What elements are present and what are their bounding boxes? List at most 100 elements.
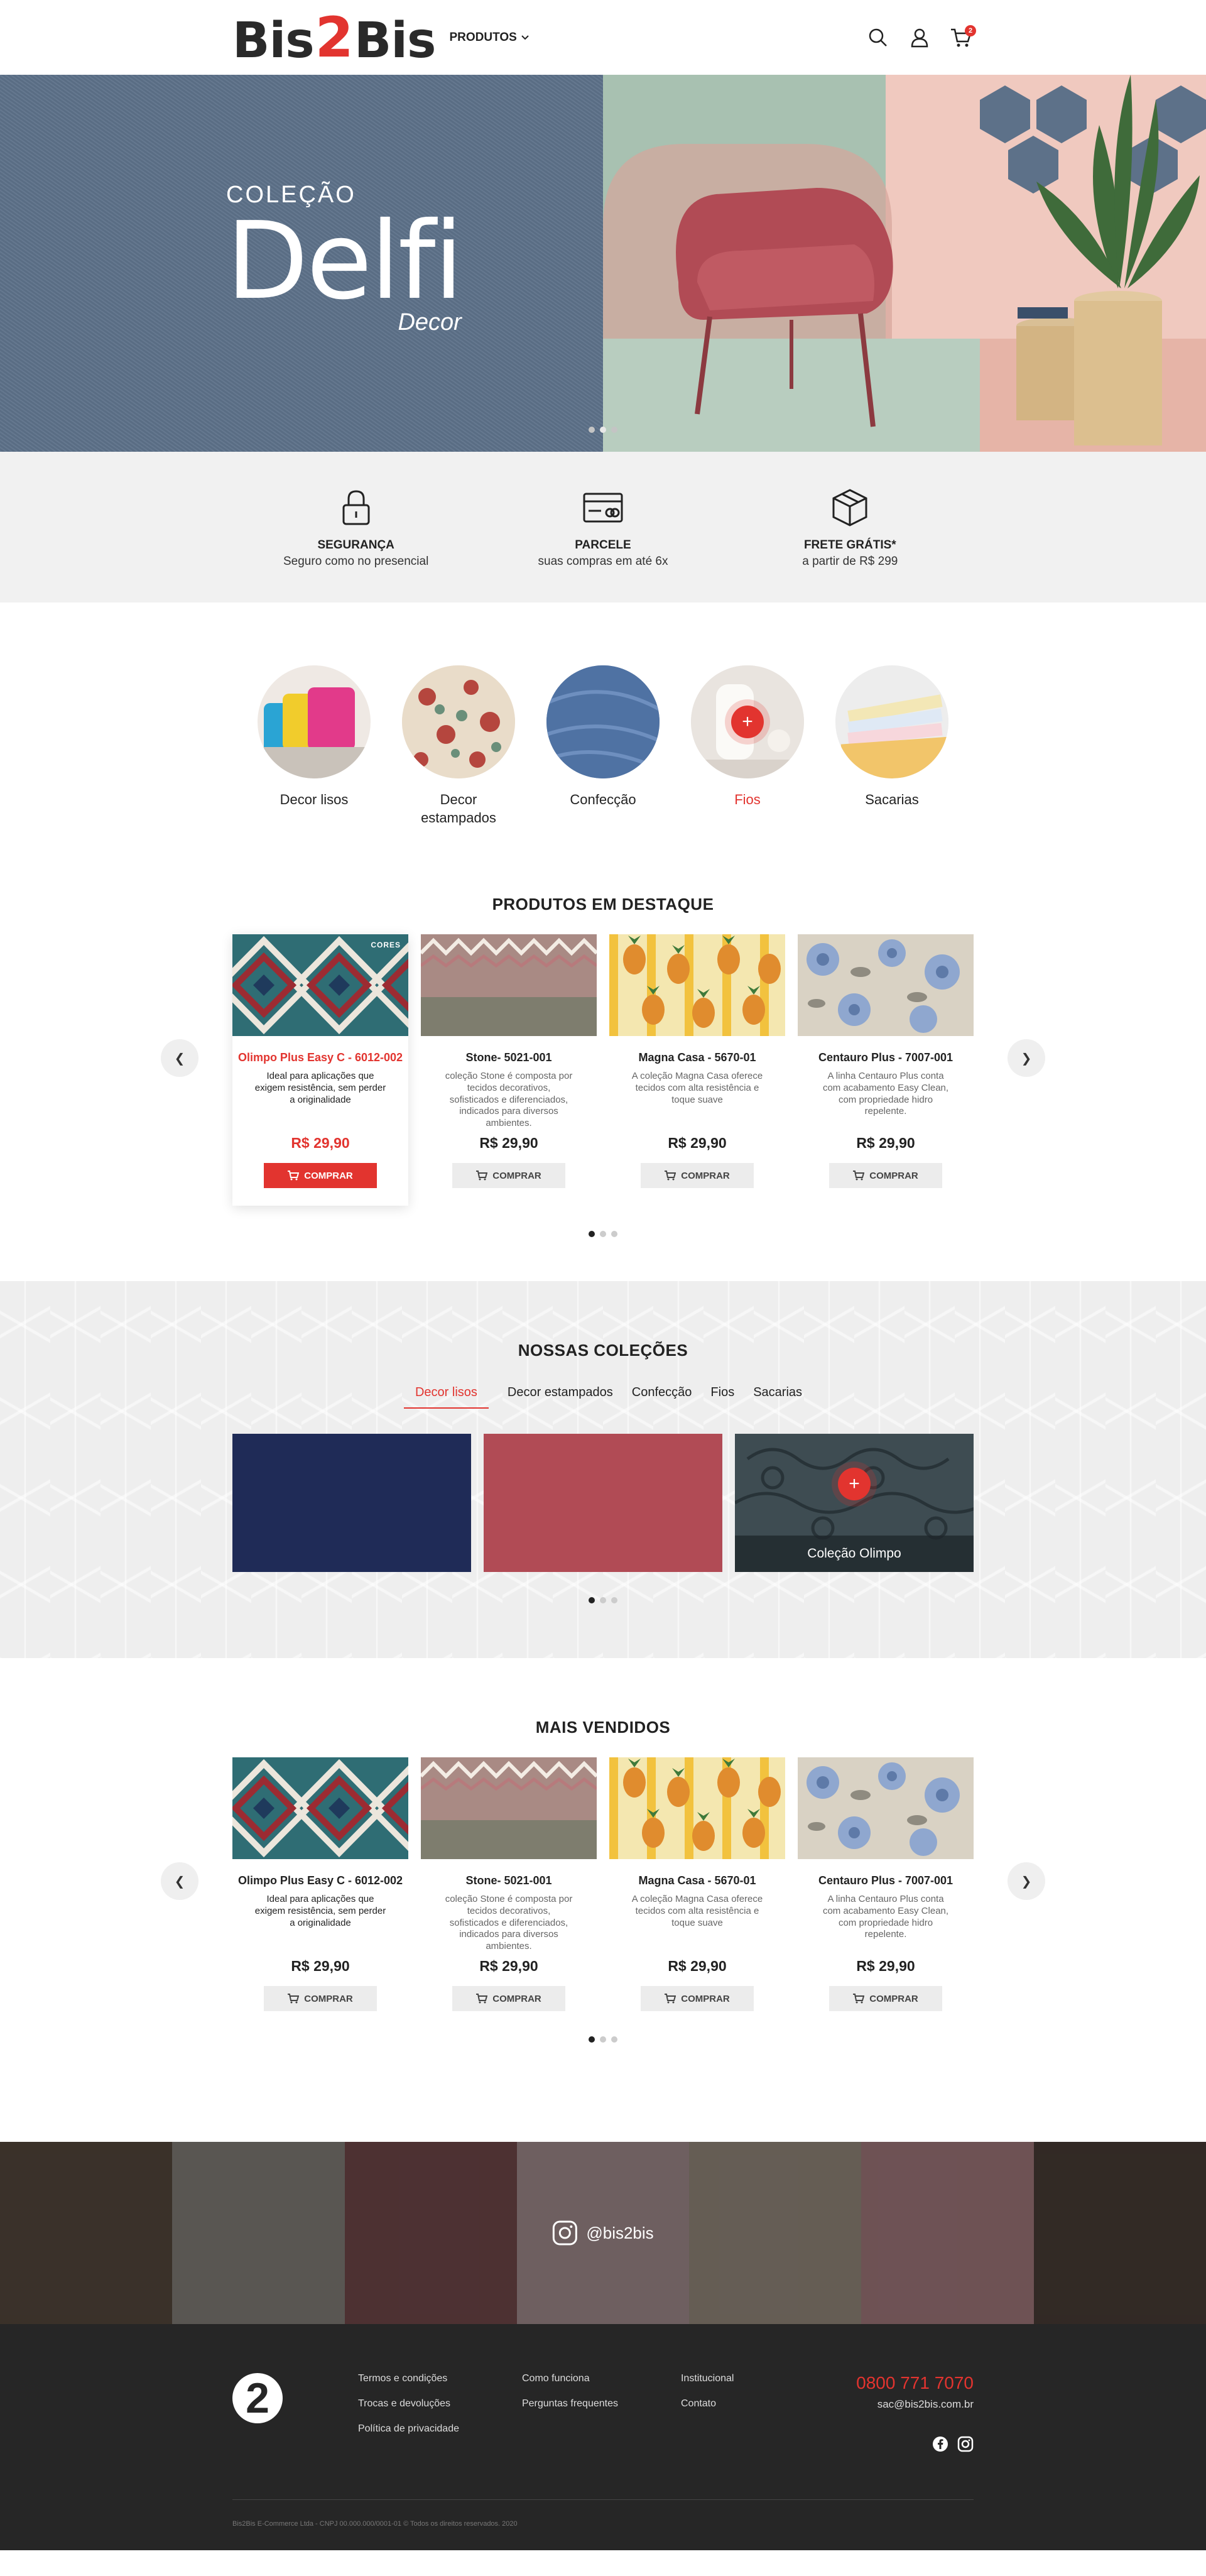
product-card[interactable]: Centauro Plus - 7007-001 A linha Centaur… (798, 1757, 974, 2011)
hero-title: Delfi (226, 199, 464, 324)
instagram-photo[interactable] (1033, 2142, 1206, 2324)
buy-button[interactable]: COMPRAR (641, 1986, 754, 2011)
product-name[interactable]: Stone- 5021-001 (421, 1874, 597, 1887)
product-card[interactable]: Magna Casa - 5670-01 A coleção Magna Cas… (609, 1757, 785, 2011)
feature-title: FRETE GRÁTIS* (803, 538, 896, 552)
product-name[interactable]: Olimpo Plus Easy C - 6012-002 (232, 1874, 408, 1887)
category-label: Fios (734, 792, 761, 807)
footer-link-privacy[interactable]: Política de privacidade (358, 2423, 459, 2435)
footer-logo[interactable]: 2 (232, 2373, 283, 2423)
footer-link-how-it-works[interactable]: Como funciona (522, 2373, 618, 2384)
footer-phone[interactable]: 0800 771 7070 (856, 2373, 974, 2393)
logo-two: 2 (315, 4, 354, 70)
chevron-down-icon (521, 35, 529, 40)
buy-button[interactable]: COMPRAR (452, 1986, 565, 2011)
search-icon[interactable] (866, 25, 891, 50)
footer-link-faq[interactable]: Perguntas frequentes (522, 2398, 618, 2410)
category-fios[interactable]: + Fios (691, 665, 804, 827)
buy-button[interactable]: COMPRAR (264, 1986, 377, 2011)
instagram-handle[interactable]: @bis2bis (552, 2220, 654, 2246)
instagram-feed[interactable]: @bis2bis (0, 2142, 1206, 2324)
instagram-photo[interactable] (689, 2142, 862, 2324)
category-decor-lisos[interactable]: Decor lisos (258, 665, 371, 827)
buy-button[interactable]: COMPRAR (641, 1163, 754, 1188)
collection-card[interactable] (232, 1434, 471, 1572)
product-price: R$ 29,90 (856, 1958, 915, 1974)
product-name[interactable]: Magna Casa - 5670-01 (609, 1051, 785, 1064)
tab-sacarias[interactable]: Sacarias (753, 1385, 802, 1409)
logo[interactable]: Bis 2 Bis (232, 4, 436, 70)
tab-decor-estampados[interactable]: Decor estampados (508, 1385, 613, 1409)
site-header: Bis 2 Bis PRODUTOS 2 (0, 0, 1206, 75)
instagram-icon[interactable] (957, 2436, 974, 2452)
hero-carousel-dots[interactable] (589, 427, 617, 433)
footer-link-returns[interactable]: Trocas e devoluções (358, 2398, 459, 2410)
footer-link-contact[interactable]: Contato (681, 2398, 734, 2410)
product-description: coleção Stone é composta por tecidos dec… (445, 1894, 573, 1951)
product-card[interactable]: Stone- 5021-001 coleção Stone é composta… (421, 1757, 597, 2011)
product-description: A linha Centauro Plus conta com acabamen… (822, 1894, 949, 1940)
user-icon[interactable] (907, 25, 932, 50)
footer-email[interactable]: sac@bis2bis.com.br (856, 2398, 974, 2411)
product-image (609, 934, 785, 1036)
hero-dot-active[interactable] (600, 427, 606, 433)
instagram-photo[interactable] (344, 2142, 517, 2324)
product-card[interactable]: Olimpo Plus Easy C - 6012-002 Ideal para… (232, 1757, 408, 2011)
buy-button[interactable]: COMPRAR (264, 1163, 377, 1188)
product-description: A coleção Magna Casa oferece tecidos com… (631, 1894, 763, 1928)
category-image (402, 665, 515, 778)
instagram-photo[interactable] (861, 2142, 1034, 2324)
category-decor-estampados[interactable]: Decor estampados (402, 665, 515, 827)
buy-button[interactable]: COMPRAR (829, 1986, 942, 2011)
product-card[interactable]: Stone- 5021-001 coleção Stone é composta… (421, 934, 597, 1206)
products-menu-label: PRODUTOS (449, 30, 517, 44)
tab-fios[interactable]: Fios (710, 1385, 734, 1409)
feature-subtitle: a partir de R$ 299 (802, 555, 898, 568)
plus-icon[interactable]: + (731, 706, 764, 738)
cart-icon (476, 1994, 488, 2004)
plus-icon[interactable]: + (838, 1468, 871, 1500)
product-name[interactable]: Centauro Plus - 7007-001 (798, 1874, 974, 1887)
product-card[interactable]: CORES Olimpo Plus Easy C - 6012-002 Idea… (232, 934, 408, 1206)
hero-fabric-panel: COLEÇÃO Delfi Decor (0, 75, 603, 452)
products-menu[interactable]: PRODUTOS (449, 31, 529, 45)
featured-products: PRODUTOS EM DESTAQUE ❮ ❯ CORES Olimpo Pl… (0, 873, 1206, 1281)
carousel-dots[interactable] (0, 1231, 1206, 1237)
tab-confeccao[interactable]: Confecção (632, 1385, 692, 1409)
instagram-photo[interactable] (0, 2142, 173, 2324)
carousel-dots[interactable] (0, 2036, 1206, 2043)
product-name[interactable]: Stone- 5021-001 (421, 1051, 597, 1064)
buy-button[interactable]: COMPRAR (452, 1163, 565, 1188)
facebook-icon[interactable] (932, 2436, 948, 2452)
feature-security: SEGURANÇA Seguro como no presencial (232, 486, 479, 569)
product-description: coleção Stone é composta por tecidos dec… (445, 1071, 573, 1128)
product-image (798, 934, 974, 1036)
hero-banner[interactable]: COLEÇÃO Delfi Decor (0, 75, 1206, 452)
carousel-dots[interactable] (0, 1597, 1206, 1603)
footer-link-institutional[interactable]: Institucional (681, 2373, 734, 2384)
cart-icon[interactable]: 2 (948, 25, 976, 50)
product-image: CORES (232, 934, 408, 1036)
categories: Decor lisos Decor estampados Confecção +… (0, 603, 1206, 873)
product-name[interactable]: Magna Casa - 5670-01 (609, 1874, 785, 1887)
hero-dot[interactable] (611, 427, 617, 433)
category-confeccao[interactable]: Confecção (546, 665, 660, 827)
instagram-photo[interactable] (172, 2142, 345, 2324)
tab-decor-lisos[interactable]: Decor lisos (403, 1385, 489, 1409)
buy-button[interactable]: COMPRAR (829, 1163, 942, 1188)
footer-link-terms[interactable]: Termos e condições (358, 2373, 459, 2384)
category-sacarias[interactable]: Sacarias (835, 665, 948, 827)
product-image (421, 1757, 597, 1859)
product-image (609, 1757, 785, 1859)
collection-card-olimpo[interactable]: + Coleção Olimpo (735, 1434, 974, 1572)
product-name[interactable]: Centauro Plus - 7007-001 (798, 1051, 974, 1064)
product-card[interactable]: Magna Casa - 5670-01 A coleção Magna Cas… (609, 934, 785, 1206)
product-name[interactable]: Olimpo Plus Easy C - 6012-002 (232, 1051, 408, 1064)
collection-card-label: Coleção Olimpo (735, 1536, 974, 1572)
hero-dot[interactable] (589, 427, 595, 433)
site-footer: 2 Termos e condições Trocas e devoluções… (0, 2324, 1206, 2550)
product-price: R$ 29,90 (479, 1958, 538, 1974)
hero-image (603, 75, 1206, 452)
collection-card[interactable] (484, 1434, 722, 1572)
product-card[interactable]: Centauro Plus - 7007-001 A linha Centaur… (798, 934, 974, 1206)
